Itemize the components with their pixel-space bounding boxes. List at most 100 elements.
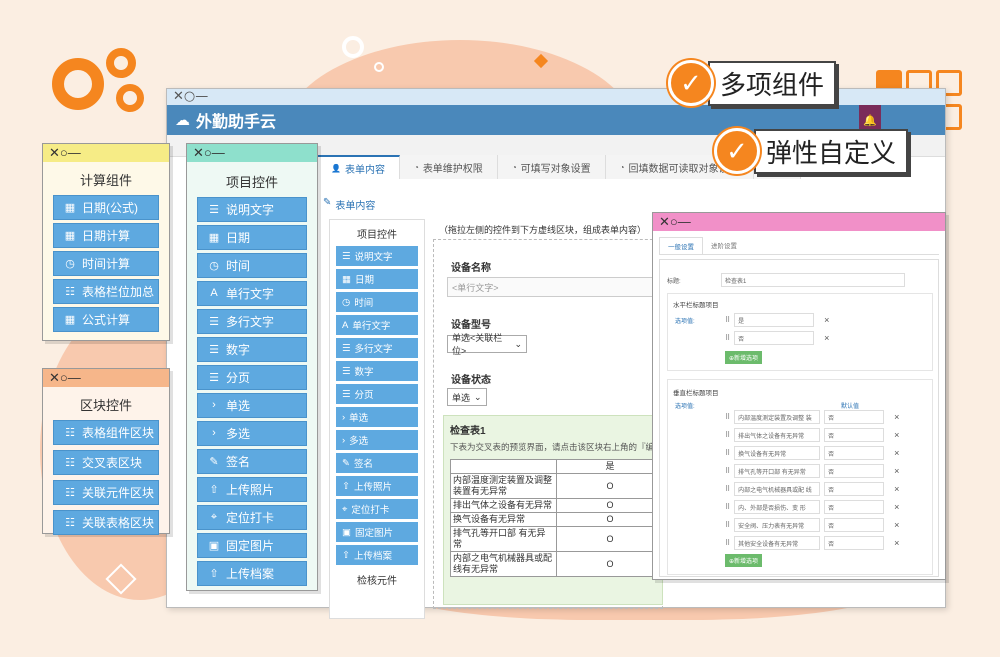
component-button[interactable]: ☷ 表格组件区块 [53,420,159,445]
component-button[interactable]: ☰ 分页 [197,365,307,390]
drag-handle-icon[interactable]: ⠿ [725,521,730,529]
close-icon[interactable]: × [894,502,899,512]
device-status-select[interactable]: 单选 ⌄ [447,388,487,406]
drag-handle-icon[interactable]: ⠿ [725,503,730,511]
default-input[interactable]: 否 [824,536,885,550]
component-button[interactable]: ☷ 表格栏位加总 [53,279,159,304]
row-mark[interactable]: O [556,512,664,527]
default-input[interactable]: 否 [824,464,885,478]
default-input[interactable]: 否 [824,446,885,460]
option-input[interactable]: 排出气体之设备有无异常 [734,428,821,442]
tab-general[interactable]: 一般设置 [659,237,703,254]
close-icon[interactable]: × [894,484,899,494]
window-controls[interactable]: ✕○— [49,145,81,161]
component-button[interactable]: ☰ 分页 [336,384,418,404]
default-input[interactable]: 否 [824,518,885,532]
component-button[interactable]: ▦ 日期计算 [53,223,159,248]
component-button[interactable]: ⌖ 定位打卡 [197,505,307,530]
drag-handle-icon[interactable]: ⠿ [725,334,730,342]
option-input[interactable]: 换气设备有无异常 [734,446,821,460]
component-button[interactable]: ▦ 日期 [197,225,307,250]
device-model-select[interactable]: 单选<关联栏位> ⌄ [447,333,527,356]
component-label: 日期计算 [82,229,131,243]
default-input[interactable]: 否 [824,482,885,496]
tab-0[interactable]: 👤 表单内容 [317,155,400,179]
title-input[interactable]: 检查表1 [721,273,905,287]
component-button[interactable]: › 多选 [336,430,418,450]
component-button[interactable]: A 单行文字 [197,281,307,306]
drag-handle-icon[interactable]: ⠿ [725,413,730,421]
title-label: 标题: [667,278,681,285]
component-button[interactable]: ⌖ 定位打卡 [336,499,418,519]
component-button[interactable]: ✎ 签名 [197,449,307,474]
row-mark[interactable]: O [556,526,664,552]
component-button[interactable]: ⇧ 上传档案 [197,561,307,586]
tab-1[interactable]: ◔ 表单维护权限 [399,155,498,179]
drag-handle-icon[interactable]: ⠿ [725,449,730,457]
component-button[interactable]: ✎ 签名 [336,453,418,473]
component-button[interactable]: ◷ 时间 [197,253,307,278]
drag-handle-icon[interactable]: ⠿ [725,467,730,475]
drag-handle-icon[interactable]: ⠿ [725,431,730,439]
option-input[interactable]: 其他安全设备有无异常 [734,536,821,550]
option-input[interactable]: 内部之电气机械器具或配 线 [734,482,821,496]
window-controls[interactable]: ✕○— [173,90,208,104]
component-button[interactable]: › 单选 [336,407,418,427]
component-button[interactable]: ▦ 公式计算 [53,307,159,332]
component-button[interactable]: ☰ 多行文字 [336,338,418,358]
component-button[interactable]: ☷ 关联元件区块 [53,480,159,505]
add-option-button[interactable]: ⊕新增选项 [725,554,763,567]
component-button[interactable]: ▦ 日期 [336,269,418,289]
default-input[interactable]: 否 [824,410,885,424]
window-controls[interactable]: ✕○— [659,214,691,230]
default-input[interactable]: 否 [824,428,885,442]
option-input[interactable]: 内部温度测定装置及调整 装 [734,410,821,424]
close-icon[interactable]: × [824,315,829,325]
row-mark[interactable]: O [556,498,664,513]
close-icon[interactable]: × [894,466,899,476]
option-input[interactable]: 安全阀、压力表有无异常 [734,518,821,532]
component-button[interactable]: › 单选 [197,393,307,418]
component-button[interactable]: ☰ 数字 [336,361,418,381]
component-button[interactable]: ☷ 交叉表区块 [53,450,159,475]
gear-icon [52,58,104,110]
component-button[interactable]: ⇧ 上传档案 [336,545,418,565]
tab-2[interactable]: ◔ 可填写对象设置 [497,155,606,179]
component-button[interactable]: ☰ 说明文字 [336,246,418,266]
window-controls[interactable]: ✕○— [193,145,225,161]
close-icon[interactable]: × [894,448,899,458]
component-button[interactable]: ☰ 说明文字 [197,197,307,222]
window-controls[interactable]: ✕○— [49,370,81,386]
component-button[interactable]: ◷ 时间 [336,292,418,312]
component-button[interactable]: ▣ 固定图片 [197,533,307,558]
component-button[interactable]: ☰ 多行文字 [197,309,307,334]
cross-table-block[interactable]: 检查表1 下表为交叉表的预览界面，请点击该区块右上角的『编 是 内部温度测定装置… [443,415,664,605]
close-icon[interactable]: × [894,412,899,422]
drag-handle-icon[interactable]: ⠿ [725,539,730,547]
drag-handle-icon[interactable]: ⠿ [725,485,730,493]
option-input[interactable]: 内、外部是否损伤、变 形 [734,500,821,514]
default-input[interactable]: 否 [824,500,885,514]
close-icon[interactable]: × [894,538,899,548]
row-mark[interactable]: O [556,551,664,577]
close-icon[interactable]: × [824,333,829,343]
component-button[interactable]: ▣ 固定图片 [336,522,418,542]
component-button[interactable]: ◷ 时间计算 [53,251,159,276]
component-button[interactable]: ☷ 关联表格区块 [53,510,159,535]
close-icon[interactable]: × [894,520,899,530]
component-button[interactable]: ▦ 日期(公式) [53,195,159,220]
option-input[interactable]: 是 [734,313,815,327]
component-button[interactable]: ⇧ 上传照片 [336,476,418,496]
component-button[interactable]: A 单行文字 [336,315,418,335]
row-mark[interactable]: O [556,473,664,499]
device-name-input[interactable]: <单行文字> [447,277,657,297]
drag-handle-icon[interactable]: ⠿ [725,316,730,324]
option-input[interactable]: 否 [734,331,815,345]
close-icon[interactable]: × [894,430,899,440]
component-button[interactable]: ⇧ 上传照片 [197,477,307,502]
option-input[interactable]: 排气孔等开口部 有无异常 [734,464,821,478]
tab-advanced[interactable]: 进阶设置 [703,237,745,254]
component-button[interactable]: ☰ 数字 [197,337,307,362]
add-option-button[interactable]: ⊕新增选项 [725,351,763,364]
component-button[interactable]: › 多选 [197,421,307,446]
